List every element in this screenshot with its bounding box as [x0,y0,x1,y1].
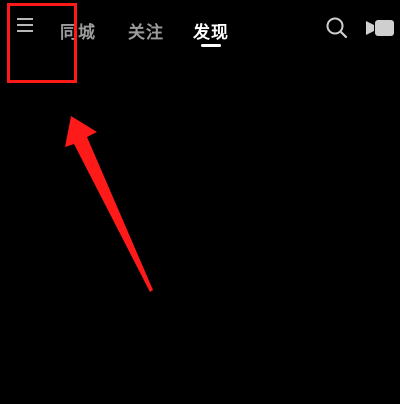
video-camera-icon [366,20,394,36]
annotation-highlight-box [7,3,77,83]
camera-button[interactable] [366,18,396,38]
active-tab-indicator [201,44,221,47]
search-icon [326,17,348,39]
tab-discover[interactable]: 发现 [193,18,229,43]
tab-following[interactable]: 关注 [128,18,164,43]
search-button[interactable] [325,16,349,40]
